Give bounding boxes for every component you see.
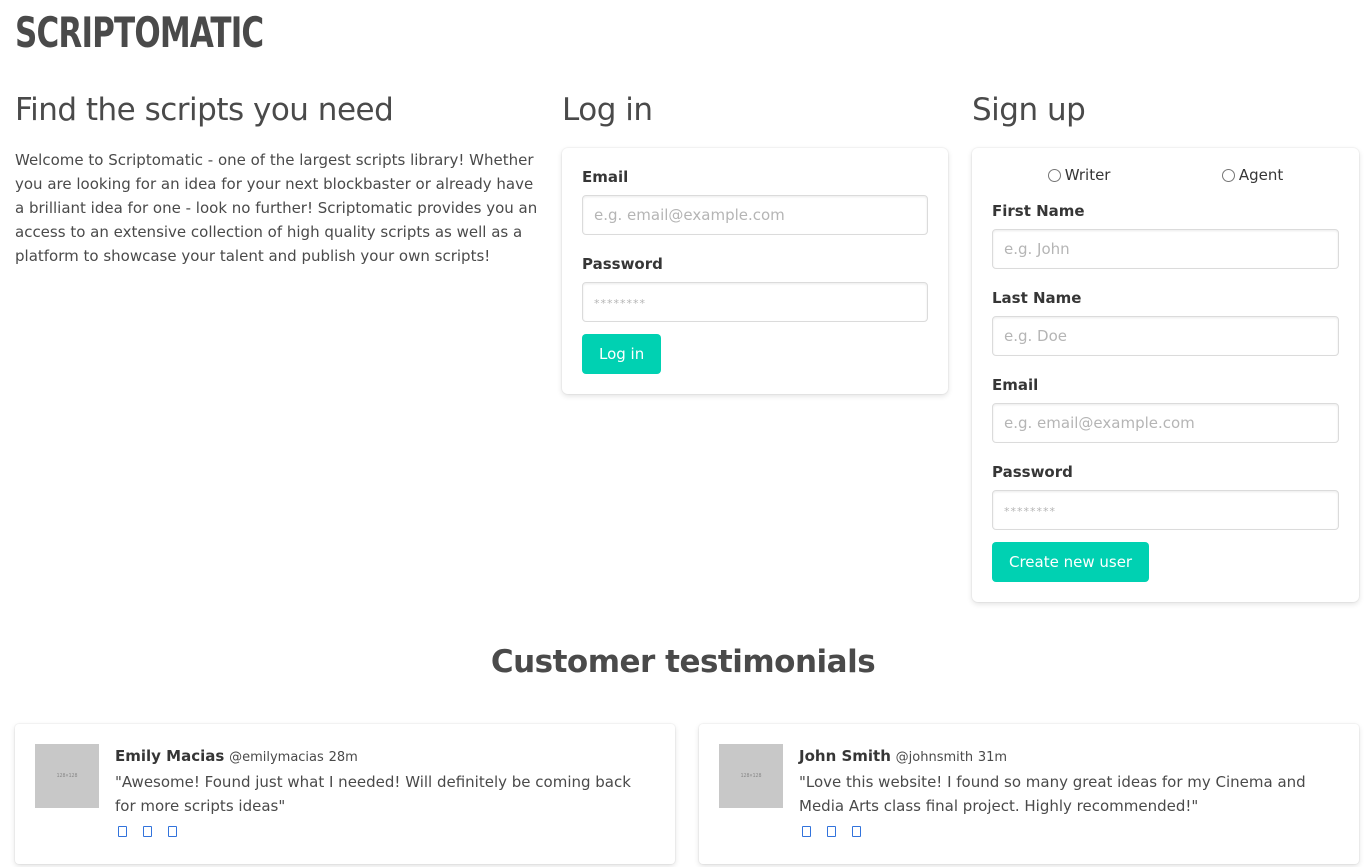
role-writer-option[interactable]: Writer bbox=[1047, 166, 1111, 184]
avatar: 128×128 bbox=[35, 744, 99, 808]
login-email-label: Email bbox=[582, 168, 629, 186]
intro-title: Find the scripts you need bbox=[15, 92, 394, 128]
testimonial-quote: "Awesome! Found just what I needed! Will… bbox=[115, 773, 631, 815]
retweet-icon[interactable] bbox=[143, 826, 152, 837]
login-section: Log in Email Password Log in bbox=[562, 88, 948, 394]
role-agent-label: Agent bbox=[1238, 166, 1284, 184]
testimonial-card: 128×128 John Smith @johnsmith 31m "Love … bbox=[699, 724, 1359, 864]
avatar: 128×128 bbox=[719, 744, 783, 808]
role-selector: Writer Agent bbox=[992, 166, 1339, 184]
testimonial-quote: "Love this website! I found so many grea… bbox=[799, 773, 1306, 815]
first-name-label: First Name bbox=[992, 202, 1085, 220]
signup-password-input[interactable] bbox=[992, 490, 1339, 530]
login-password-label: Password bbox=[582, 255, 663, 273]
signup-password-label: Password bbox=[992, 463, 1073, 481]
last-name-input[interactable] bbox=[992, 316, 1339, 356]
retweet-icon[interactable] bbox=[827, 826, 836, 837]
testimonial-card: 128×128 Emily Macias @emilymacias 28m "A… bbox=[15, 724, 675, 864]
testimonials-title: Customer testimonials bbox=[490, 644, 876, 680]
testimonial-time: 31m bbox=[977, 750, 1008, 765]
testimonial-author: Emily Macias bbox=[115, 747, 225, 765]
create-user-button[interactable]: Create new user bbox=[992, 542, 1150, 582]
signup-email-label: Email bbox=[992, 376, 1039, 394]
site-logo[interactable]: SCRIPTOMATIC bbox=[15, 8, 264, 58]
signup-title: Sign up bbox=[972, 92, 1086, 128]
role-agent-option[interactable]: Agent bbox=[1221, 166, 1284, 184]
login-button[interactable]: Log in bbox=[582, 334, 662, 374]
testimonial-handle: @johnsmith bbox=[895, 750, 974, 765]
testimonial-actions bbox=[115, 826, 655, 837]
testimonial-author: John Smith bbox=[799, 747, 891, 765]
role-writer-radio[interactable] bbox=[1047, 168, 1061, 182]
intro-text: Welcome to Scriptomatic - one of the lar… bbox=[15, 151, 538, 265]
role-writer-label: Writer bbox=[1064, 166, 1111, 184]
like-icon[interactable] bbox=[852, 826, 861, 837]
login-title: Log in bbox=[562, 92, 653, 128]
testimonial-content: Emily Macias @emilymacias 28m "Awesome! … bbox=[115, 744, 655, 844]
reply-icon[interactable] bbox=[118, 826, 127, 837]
reply-icon[interactable] bbox=[802, 826, 811, 837]
testimonial-time: 28m bbox=[328, 750, 358, 765]
role-agent-radio[interactable] bbox=[1221, 168, 1235, 182]
login-email-input[interactable] bbox=[582, 195, 928, 235]
testimonial-handle: @emilymacias bbox=[229, 750, 324, 765]
testimonial-content: John Smith @johnsmith 31m "Love this web… bbox=[799, 744, 1339, 844]
like-icon[interactable] bbox=[168, 826, 177, 837]
login-form: Email Password Log in bbox=[562, 148, 948, 394]
login-password-input[interactable] bbox=[582, 282, 928, 322]
signup-email-input[interactable] bbox=[992, 403, 1339, 443]
testimonial-actions bbox=[799, 826, 1339, 837]
last-name-label: Last Name bbox=[992, 289, 1082, 307]
first-name-input[interactable] bbox=[992, 229, 1339, 269]
intro-section: Find the scripts you need Welcome to Scr… bbox=[15, 88, 545, 268]
signup-form: Writer Agent First Name Last Name Email … bbox=[972, 148, 1359, 602]
signup-section: Sign up Writer Agent First Name Last Nam… bbox=[972, 88, 1359, 602]
